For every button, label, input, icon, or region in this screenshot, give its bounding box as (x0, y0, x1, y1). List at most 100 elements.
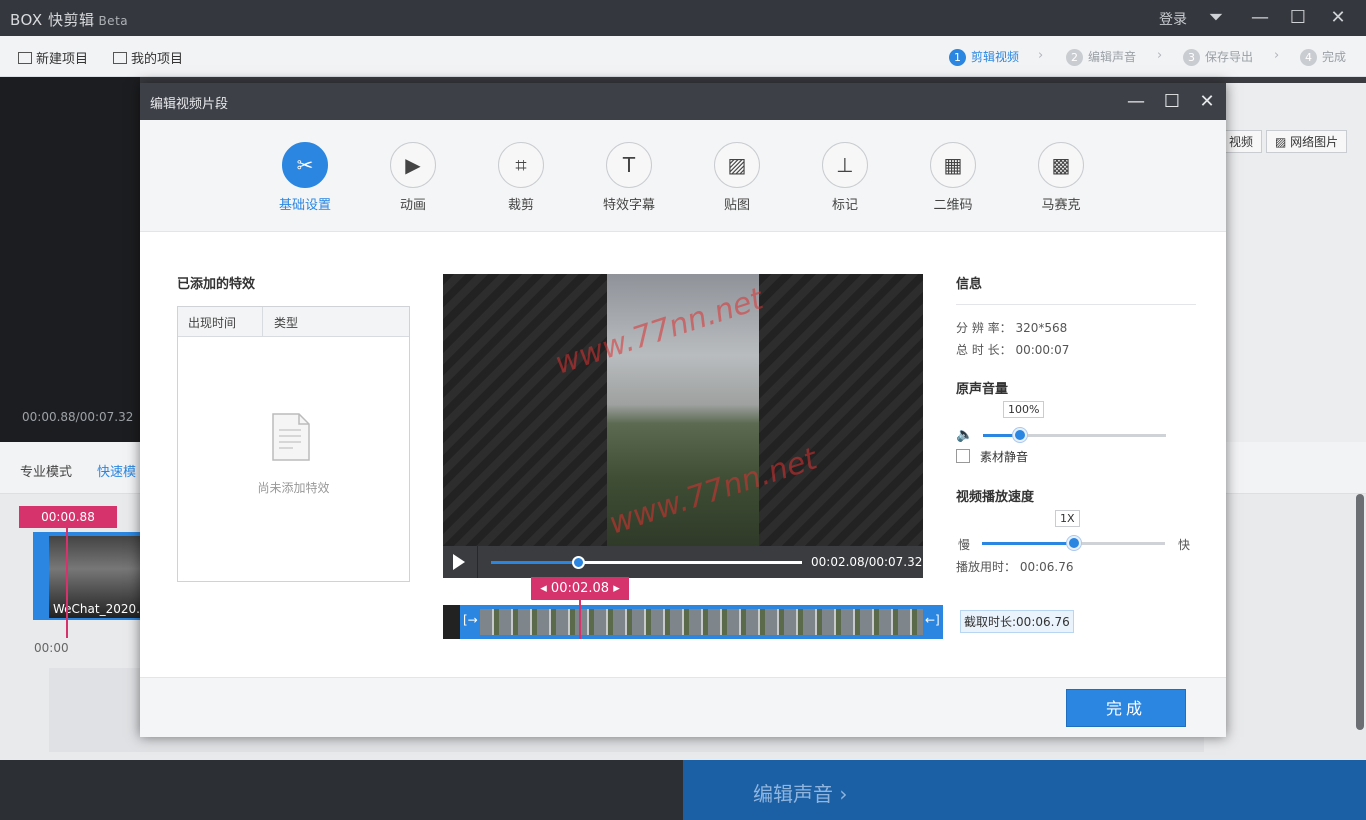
speed-fast-label: 快 (1178, 538, 1191, 552)
app-logo: BOX 快剪辑 Beta (10, 11, 129, 29)
strip-cursor[interactable] (579, 599, 581, 639)
image-icon: ▨ (714, 142, 760, 188)
timeline-scrollbar[interactable] (1356, 494, 1364, 730)
info-title: 信息 (956, 277, 983, 292)
next-edit-audio-button[interactable]: 编辑声音 › (683, 760, 1366, 820)
animation-icon: ▶ (390, 142, 436, 188)
chevron-right-icon: › (1157, 48, 1163, 63)
tab-mosaic[interactable]: ▩ 马赛克 (1021, 142, 1101, 213)
my-projects-button[interactable]: 我的项目 (113, 48, 183, 67)
effects-empty-text: 尚未添加特效 (257, 481, 330, 495)
step-edit-video[interactable]: 1 剪辑视频 (949, 48, 1019, 66)
tab-text-effects[interactable]: T 特效字幕 (589, 142, 669, 213)
effects-table: 出现时间 类型 尚未添加特效 (177, 306, 410, 582)
play-time-row: 播放用时： 00:06.76 (956, 560, 1074, 574)
dialog-footer: 完成 (140, 677, 1226, 737)
chevron-right-icon: › (1274, 48, 1280, 63)
strip-time-marker[interactable]: ◂ 00:02.08 ▸ (531, 577, 629, 600)
volume-tooltip: 100% (1003, 401, 1045, 418)
tab-qrcode[interactable]: ▦ 二维码 (913, 142, 993, 213)
fast-mode-tab[interactable]: 快速模 (97, 461, 136, 480)
timeline-start-time: 00:00 (34, 641, 69, 655)
right-arrow-icon[interactable]: ▸ (609, 581, 620, 596)
timeline-marker[interactable]: 00:00.88 (19, 506, 117, 528)
minimize-icon[interactable]: — (1248, 6, 1272, 30)
step-save-export[interactable]: 3 保存导出 (1183, 48, 1253, 66)
step-edit-audio[interactable]: 2 编辑声音 (1066, 48, 1136, 66)
effects-table-header: 出现时间 类型 (178, 307, 409, 337)
mute-checkbox[interactable] (956, 449, 970, 463)
folder-icon (113, 52, 127, 64)
tab-animation[interactable]: ▶ 动画 (373, 142, 453, 213)
divider (956, 304, 1196, 305)
dialog-minimize-icon[interactable]: — (1123, 89, 1149, 115)
main-preview-time: 00:00.88/00:07.32 (22, 410, 134, 424)
title-bar: BOX 快剪辑 Beta 登录 ⏷ — ☐ ✕ (0, 0, 1366, 36)
play-icon[interactable] (453, 554, 465, 570)
player-time: 00:02.08/00:07.32 (811, 555, 923, 569)
progress-knob[interactable] (572, 556, 585, 569)
volume-knob[interactable] (1013, 428, 1027, 442)
mosaic-icon: ▩ (1038, 142, 1084, 188)
strip-frames (480, 609, 923, 635)
divider (477, 546, 478, 578)
clip-filmstrip[interactable]: [→ ←] (443, 599, 943, 639)
text-icon: T (606, 142, 652, 188)
pro-mode-tab[interactable]: 专业模式 (20, 461, 72, 480)
column-type[interactable]: 类型 (274, 314, 298, 331)
maximize-icon[interactable]: ☐ (1286, 6, 1310, 30)
new-project-button[interactable]: 新建项目 (18, 48, 88, 67)
column-divider (262, 307, 263, 337)
add-video-button[interactable]: 视频 (1220, 130, 1263, 153)
dialog-title: 编辑视频片段 (150, 97, 229, 112)
dialog-header: 编辑视频片段 — ☐ ✕ (140, 83, 1226, 120)
empty-document-icon (272, 413, 310, 461)
dialog-maximize-icon[interactable]: ☐ (1159, 89, 1185, 115)
close-icon[interactable]: ✕ (1326, 6, 1350, 30)
tab-mark[interactable]: ⊥ 标记 (805, 142, 885, 213)
scissors-icon: ✂ (282, 142, 328, 188)
login-link[interactable]: 登录 (1159, 9, 1187, 29)
beta-badge: Beta (98, 14, 129, 28)
edit-clip-dialog: 编辑视频片段 — ☐ ✕ ✂ 基础设置 ▶ 动画 ⌗ 裁剪 T 特效字幕 ▨ 贴图 ⊥ 标记… (140, 83, 1226, 737)
crop-icon: ⌗ (498, 142, 544, 188)
app-name: 快剪辑 (47, 11, 95, 29)
column-time[interactable]: 出现时间 (188, 314, 236, 331)
strip-trimmed-area (443, 605, 460, 639)
pin-icon: ⊥ (822, 142, 868, 188)
main-toolbar: 新建项目 我的项目 1 剪辑视频 › 2 编辑声音 › 3 保存导出 › 4 完成 (0, 36, 1366, 77)
speed-title: 视频播放速度 (956, 490, 1035, 505)
trim-start-handle[interactable]: [→ (463, 613, 478, 627)
volume-title: 原声音量 (956, 382, 1009, 397)
plus-icon (18, 52, 32, 64)
tab-crop[interactable]: ⌗ 裁剪 (481, 142, 561, 213)
done-button[interactable]: 完成 (1066, 689, 1186, 727)
effects-title: 已添加的特效 (177, 277, 256, 292)
timeline-cursor[interactable] (66, 528, 68, 638)
bottom-bar (0, 760, 683, 820)
mute-label: 素材静音 (980, 450, 1029, 464)
video-preview[interactable]: www.77nn.net www.77nn.net (443, 274, 923, 546)
speed-fill (982, 542, 1074, 545)
speed-knob[interactable] (1067, 536, 1081, 550)
speaker-icon: 🔈 (956, 427, 974, 443)
web-image-button[interactable]: ▨ 网络图片 (1266, 130, 1348, 153)
dialog-close-icon[interactable]: ✕ (1194, 89, 1220, 115)
menu-dropdown-icon[interactable]: ⏷ (1204, 6, 1228, 30)
qrcode-icon: ▦ (930, 142, 976, 188)
speed-slider[interactable] (982, 536, 1165, 550)
tab-sticker[interactable]: ▨ 贴图 (697, 142, 777, 213)
volume-slider[interactable] (983, 428, 1166, 442)
progress-fill (491, 561, 579, 564)
dialog-tab-bar: ✂ 基础设置 ▶ 动画 ⌗ 裁剪 T 特效字幕 ▨ 贴图 ⊥ 标记 ▦ 二维码 ▩ 马赛克 (140, 120, 1226, 232)
cut-length-label: 截取时长:00:06.76 (960, 610, 1074, 633)
media-panel: 视频 ▨ 网络图片 (1220, 83, 1366, 442)
chevron-right-icon: › (1038, 48, 1044, 63)
player-controls: 00:02.08/00:07.32 (443, 546, 923, 578)
trim-end-handle[interactable]: ←] (925, 613, 940, 627)
image-icon: ▨ (1275, 135, 1291, 149)
tab-basic-settings[interactable]: ✂ 基础设置 (265, 142, 345, 213)
step-finish[interactable]: 4 完成 (1300, 48, 1346, 66)
speed-tooltip: 1X (1055, 510, 1080, 527)
left-arrow-icon[interactable]: ◂ (540, 581, 551, 596)
